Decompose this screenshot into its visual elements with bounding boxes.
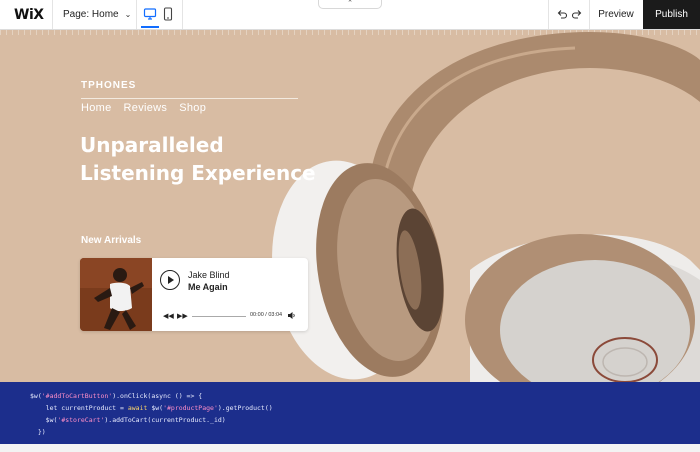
headline-line-2: Listening Experience [80,161,316,185]
track-title: Me Again [188,282,228,292]
audio-player[interactable]: Jake Blind Me Again ◀◀ ▶▶ 00:00 / 03:04 [80,258,308,331]
mobile-icon[interactable] [163,7,173,21]
nav-item-shop[interactable]: Shop [179,102,206,114]
code-block[interactable]: $w('#addToCartButton').onClick(async () … [30,390,273,438]
chevron-up-icon: ⌃ [347,0,353,7]
publish-button[interactable]: Publish [643,0,700,29]
nav-item-reviews[interactable]: Reviews [124,102,168,114]
play-button[interactable] [160,270,180,290]
nav-item-home[interactable]: Home [81,102,112,114]
hero-headline[interactable]: Unparalleled Listening Experience [80,131,340,187]
track-artist: Jake Blind [188,270,230,280]
active-device-indicator [141,26,159,28]
code-text: $w( [30,392,42,400]
wix-logo[interactable]: WiX [14,7,44,23]
page-selector-label: Page: Home [63,9,119,20]
headline-line-1: Unparalleled [80,133,224,157]
divider [182,0,183,29]
volume-icon[interactable] [287,311,296,320]
code-text: $w( [147,404,164,412]
divider [52,0,53,29]
bottom-strip [0,444,700,452]
section-title[interactable]: New Arrivals [81,235,141,246]
album-cover-image [80,258,152,331]
site-canvas[interactable]: TPHONES Home Reviews Shop Unparalleled L… [0,30,700,382]
chevron-down-icon: ⌄ [124,10,132,19]
code-panel[interactable]: $w('#addToCartButton').onClick(async () … [0,382,700,444]
divider [136,0,137,29]
divider [548,0,549,29]
code-text: ).addToCart(currentProduct._id) [104,416,226,424]
preview-button[interactable]: Preview [590,0,642,29]
code-text: $w( [30,416,58,424]
next-track-icon[interactable]: ▶▶ [177,312,188,320]
page-selector[interactable]: Page: Home ⌄ [63,9,131,20]
code-text: let currentProduct = [30,404,128,412]
site-nav: Home Reviews Shop [81,102,206,114]
track-time: 00:00 / 03:04 [250,312,283,318]
code-text: }) [30,428,46,436]
collapse-handle[interactable]: ⌃ [318,0,382,9]
code-string: '#storeCart' [57,416,105,424]
editor-toolbar: WiX Page: Home ⌄ ⌃ Preview Publish [0,0,700,30]
progress-bar[interactable] [192,316,246,317]
code-text: ).onClick(async () => { [112,392,203,400]
header-divider [81,98,298,99]
undo-icon[interactable] [556,8,568,20]
site-brand[interactable]: TPHONES [81,80,136,91]
previous-track-icon[interactable]: ◀◀ [163,312,174,320]
code-string: '#productPage' [163,404,218,412]
desktop-icon[interactable] [143,7,157,21]
code-keyword: await [127,404,148,412]
code-text: ).getProduct() [217,404,273,412]
code-string: '#addToCartButton' [41,392,113,400]
redo-icon[interactable] [571,8,583,20]
